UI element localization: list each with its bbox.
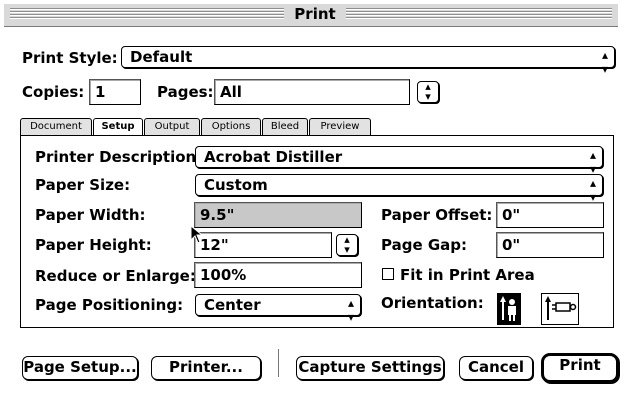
page-positioning-value: Center (204, 296, 261, 314)
paper-size-popup[interactable]: Custom ▴ ▾ (195, 174, 603, 204)
reduce-enlarge-field[interactable]: 100% (194, 262, 362, 288)
reduce-enlarge-value: 100% (200, 266, 247, 284)
copies-value: 1 (95, 83, 106, 101)
portrait-figure-icon (500, 296, 516, 321)
copies-label: Copies: (22, 83, 85, 101)
title-stripes-left (10, 8, 284, 20)
page-gap-field[interactable]: 0" (496, 232, 604, 258)
landscape-orientation-icon[interactable] (541, 293, 579, 325)
paper-size-value: Custom (204, 176, 268, 194)
paper-offset-value: 0" (502, 206, 521, 224)
title-bar[interactable]: Print (4, 4, 618, 27)
print-style-value: Default (130, 48, 193, 66)
paper-width-label: Paper Width: (35, 206, 146, 224)
tab-document[interactable]: Document (20, 118, 92, 135)
paper-offset-field[interactable]: 0" (496, 202, 604, 228)
landscape-figure-icon (545, 296, 577, 320)
setup-panel: Printer Description: Acrobat Distiller ▴… (20, 135, 614, 328)
popup-arrows-icon: ▴ ▾ (589, 148, 596, 176)
page-positioning-popup[interactable]: Center ▴ ▾ (195, 294, 361, 324)
popup-arrows-icon: ▴ ▾ (601, 48, 608, 76)
button-separator (278, 349, 279, 377)
printer-description-label: Printer Description: (35, 148, 203, 166)
paper-offset-label: Paper Offset: (381, 206, 493, 224)
paper-size-label: Paper Size: (35, 176, 131, 194)
printer-description-popup[interactable]: Acrobat Distiller ▴ ▾ (195, 146, 603, 176)
tab-preview[interactable]: Preview (309, 118, 371, 135)
capture-settings-button[interactable]: Capture Settings (296, 356, 444, 380)
pages-field[interactable]: All (214, 79, 410, 105)
portrait-orientation-icon[interactable] (497, 293, 521, 325)
window-title: Print (294, 5, 336, 23)
fit-in-print-area-checkbox[interactable] (382, 268, 394, 280)
print-style-popup[interactable]: Default ▴ ▾ (121, 46, 615, 76)
print-style-label: Print Style: (22, 49, 118, 67)
paper-width-value: 9.5" (200, 206, 235, 224)
reduce-enlarge-label: Reduce or Enlarge: (35, 267, 196, 285)
print-button[interactable]: Print (541, 353, 619, 383)
paper-height-value: 12" (200, 236, 229, 254)
popup-arrows-icon: ▴ ▾ (347, 296, 354, 324)
fit-in-print-area-label: Fit in Print Area (400, 266, 535, 284)
paper-height-label: Paper Height: (35, 236, 152, 254)
printer-button[interactable]: Printer... (151, 356, 261, 380)
printer-description-value: Acrobat Distiller (204, 148, 343, 166)
page-gap-label: Page Gap: (381, 236, 468, 254)
pages-value: All (220, 83, 242, 101)
cancel-button[interactable]: Cancel (459, 356, 533, 380)
print-dialog: Print Print Style: Default ▴ ▾ Copies: 1 … (0, 0, 626, 396)
paper-height-field[interactable]: 12" (194, 232, 332, 258)
paper-width-field[interactable]: 9.5" (194, 202, 362, 228)
tab-output[interactable]: Output (144, 118, 200, 135)
tab-setup[interactable]: Setup (93, 118, 143, 136)
pages-label: Pages: (157, 83, 214, 101)
pages-popup-arrows-icon[interactable]: ▴ ▾ (417, 81, 439, 103)
page-gap-value: 0" (502, 236, 521, 254)
copies-field[interactable]: 1 (89, 79, 141, 105)
title-stripes-right (346, 8, 612, 20)
tab-bleed[interactable]: Bleed (262, 118, 308, 135)
page-setup-button[interactable]: Page Setup... (22, 356, 138, 380)
popup-arrows-icon: ▴ ▾ (589, 176, 596, 204)
page-positioning-label: Page Positioning: (35, 296, 184, 314)
paper-height-popup-arrows-icon[interactable]: ▴ ▾ (336, 234, 358, 256)
tab-options[interactable]: Options (201, 118, 261, 135)
orientation-label: Orientation: (381, 294, 484, 312)
mouse-pointer-icon (190, 225, 204, 244)
